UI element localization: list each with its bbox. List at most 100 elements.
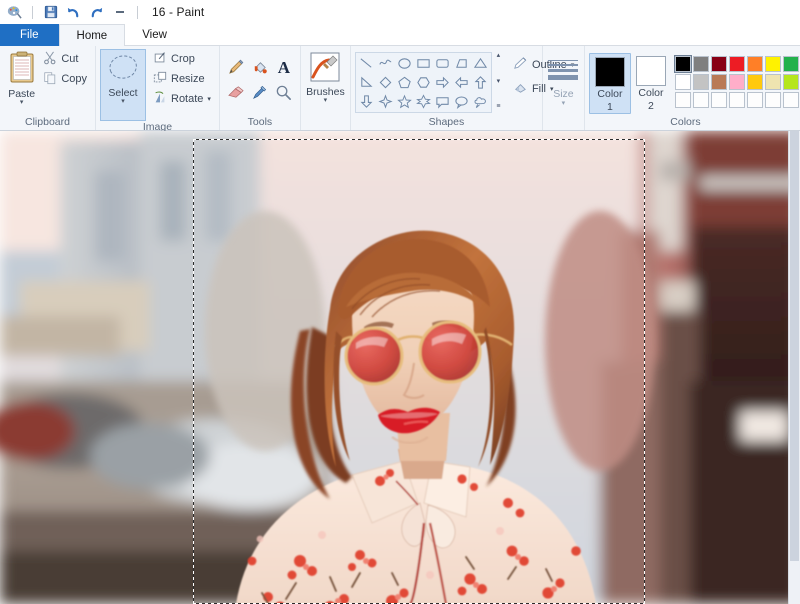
ribbon-group-colors: Color 1 Color 2 Colors <box>585 46 800 130</box>
brushes-button[interactable]: Brushes ▾ <box>305 49 346 104</box>
five-point-star-shape[interactable] <box>395 92 414 111</box>
tab-file[interactable]: File <box>0 24 59 46</box>
palette-swatch-r1-c1[interactable] <box>673 55 692 73</box>
paste-caret[interactable]: ▾ <box>20 99 24 106</box>
customize-qat-icon[interactable] <box>110 3 129 22</box>
up-arrow-shape[interactable] <box>471 73 490 92</box>
color-1-swatch[interactable] <box>594 57 625 87</box>
diamond-shape[interactable] <box>376 73 395 92</box>
cut-button[interactable]: Cut <box>39 49 91 69</box>
resize-button[interactable]: Resize <box>149 69 215 89</box>
shapes-more-icon[interactable]: ≡ <box>496 103 500 111</box>
palette-swatch-r3-c6[interactable] <box>764 92 781 108</box>
color-palette[interactable] <box>671 53 800 109</box>
palette-swatch-r3-c5[interactable] <box>746 92 763 108</box>
palette-swatch-r1-c4[interactable] <box>728 56 745 72</box>
palette-swatch-r3-c3[interactable] <box>710 92 727 108</box>
palette-swatch-r3-c7[interactable] <box>782 92 799 108</box>
clipboard-icon <box>7 51 37 88</box>
size-icon[interactable] <box>546 53 580 87</box>
shapes-gallery[interactable] <box>354 52 492 113</box>
shapes-scroll-down-icon[interactable]: ▾ <box>497 78 501 86</box>
rotate-button[interactable]: Rotate ▾ <box>149 89 215 109</box>
palette-swatch-r3-c4[interactable] <box>728 92 745 108</box>
clipboard-group-label: Clipboard <box>25 116 70 128</box>
rotate-label: Rotate <box>171 93 204 105</box>
palette-swatch-r1-c2[interactable] <box>692 56 709 72</box>
select-caret[interactable]: ▾ <box>121 98 125 105</box>
oval-callout-shape[interactable] <box>452 92 471 111</box>
palette-swatch-r2-c4[interactable] <box>728 74 745 90</box>
palette-swatch-r2-c5[interactable] <box>746 74 763 90</box>
rotate-caret[interactable]: ▾ <box>207 95 211 103</box>
qat-divider-2 <box>137 5 138 19</box>
six-point-star-shape[interactable] <box>414 92 433 111</box>
hexagon-shape[interactable] <box>414 73 433 92</box>
resize-icon <box>153 71 167 88</box>
shapes-group-label: Shapes <box>428 116 465 128</box>
shapes-scroll-controls[interactable]: ▴ ▾ ≡ <box>493 52 504 111</box>
palette-swatch-r2-c2[interactable] <box>692 74 709 90</box>
cut-label: Cut <box>61 53 79 65</box>
paint-canvas[interactable] <box>0 131 800 604</box>
paint-app-icon[interactable] <box>5 3 24 22</box>
copy-button[interactable]: Copy <box>39 69 91 89</box>
qat-divider-1 <box>32 5 33 19</box>
undo-icon[interactable] <box>64 3 83 22</box>
palette-swatch-r1-c3[interactable] <box>710 56 727 72</box>
eraser-icon[interactable] <box>224 80 248 105</box>
palette-swatch-r2-c7[interactable] <box>782 74 799 90</box>
ribbon: Paste ▾ Cut Copy Clipboard Select ▾ Crop… <box>0 46 800 133</box>
select-button[interactable]: Select ▾ <box>100 49 146 121</box>
brushes-caret[interactable]: ▾ <box>324 97 328 104</box>
palette-swatch-r3-c2[interactable] <box>692 92 709 108</box>
palette-swatch-r2-c6[interactable] <box>764 74 781 90</box>
down-arrow-shape[interactable] <box>357 92 376 111</box>
color-1-label-top: Color <box>597 88 623 100</box>
rounded-rectangle-shape[interactable] <box>433 54 452 73</box>
triangle-shape[interactable] <box>471 54 490 73</box>
pencil-icon[interactable] <box>224 55 248 80</box>
shapes-scroll-up-icon[interactable]: ▴ <box>497 52 501 60</box>
crop-button[interactable]: Crop <box>149 49 215 69</box>
four-point-star-shape[interactable] <box>376 92 395 111</box>
right-arrow-shape[interactable] <box>433 73 452 92</box>
magnifier-icon[interactable] <box>272 80 296 105</box>
fill-with-color-icon[interactable] <box>248 55 272 80</box>
redo-icon[interactable] <box>87 3 106 22</box>
paste-button[interactable]: Paste ▾ <box>4 49 39 106</box>
tab-home[interactable]: Home <box>58 24 126 46</box>
cloud-callout-shape[interactable] <box>471 92 490 111</box>
palette-swatch-r1-c6[interactable] <box>764 56 781 72</box>
palette-swatch-r2-c3[interactable] <box>710 74 727 90</box>
palette-swatch-r2-c1[interactable] <box>674 74 691 90</box>
polygon-shape[interactable] <box>452 54 471 73</box>
vertical-scrollbar[interactable] <box>788 131 800 604</box>
crop-label: Crop <box>171 53 195 65</box>
size-caret[interactable]: ▾ <box>562 100 566 107</box>
copy-label: Copy <box>61 73 87 85</box>
oval-shape[interactable] <box>395 54 414 73</box>
rectangle-shape[interactable] <box>414 54 433 73</box>
color-1-button[interactable]: Color 1 <box>588 53 631 114</box>
tools-group-label: Tools <box>247 116 273 128</box>
color-picker-icon[interactable] <box>248 80 272 105</box>
save-icon[interactable] <box>41 3 60 22</box>
palette-swatch-r1-c7[interactable] <box>782 56 799 72</box>
tab-view[interactable]: View <box>125 24 184 46</box>
color-2-swatch[interactable] <box>635 56 666 86</box>
text-icon[interactable]: A <box>272 55 296 80</box>
pentagon-shape[interactable] <box>395 73 414 92</box>
palette-swatch-r1-c5[interactable] <box>746 56 763 72</box>
rounded-callout-shape[interactable] <box>433 92 452 111</box>
colors-group-label: Colors <box>670 116 701 128</box>
canvas-image[interactable] <box>0 131 788 604</box>
left-arrow-shape[interactable] <box>452 73 471 92</box>
color-2-button[interactable]: Color 2 <box>631 53 671 112</box>
curve-shape[interactable] <box>376 54 395 73</box>
scrollbar-thumb[interactable] <box>790 131 799 561</box>
palette-swatch-r3-c1[interactable] <box>674 92 691 108</box>
brush-icon <box>309 51 341 86</box>
right-triangle-shape[interactable] <box>357 73 376 92</box>
line-shape[interactable] <box>357 54 376 73</box>
